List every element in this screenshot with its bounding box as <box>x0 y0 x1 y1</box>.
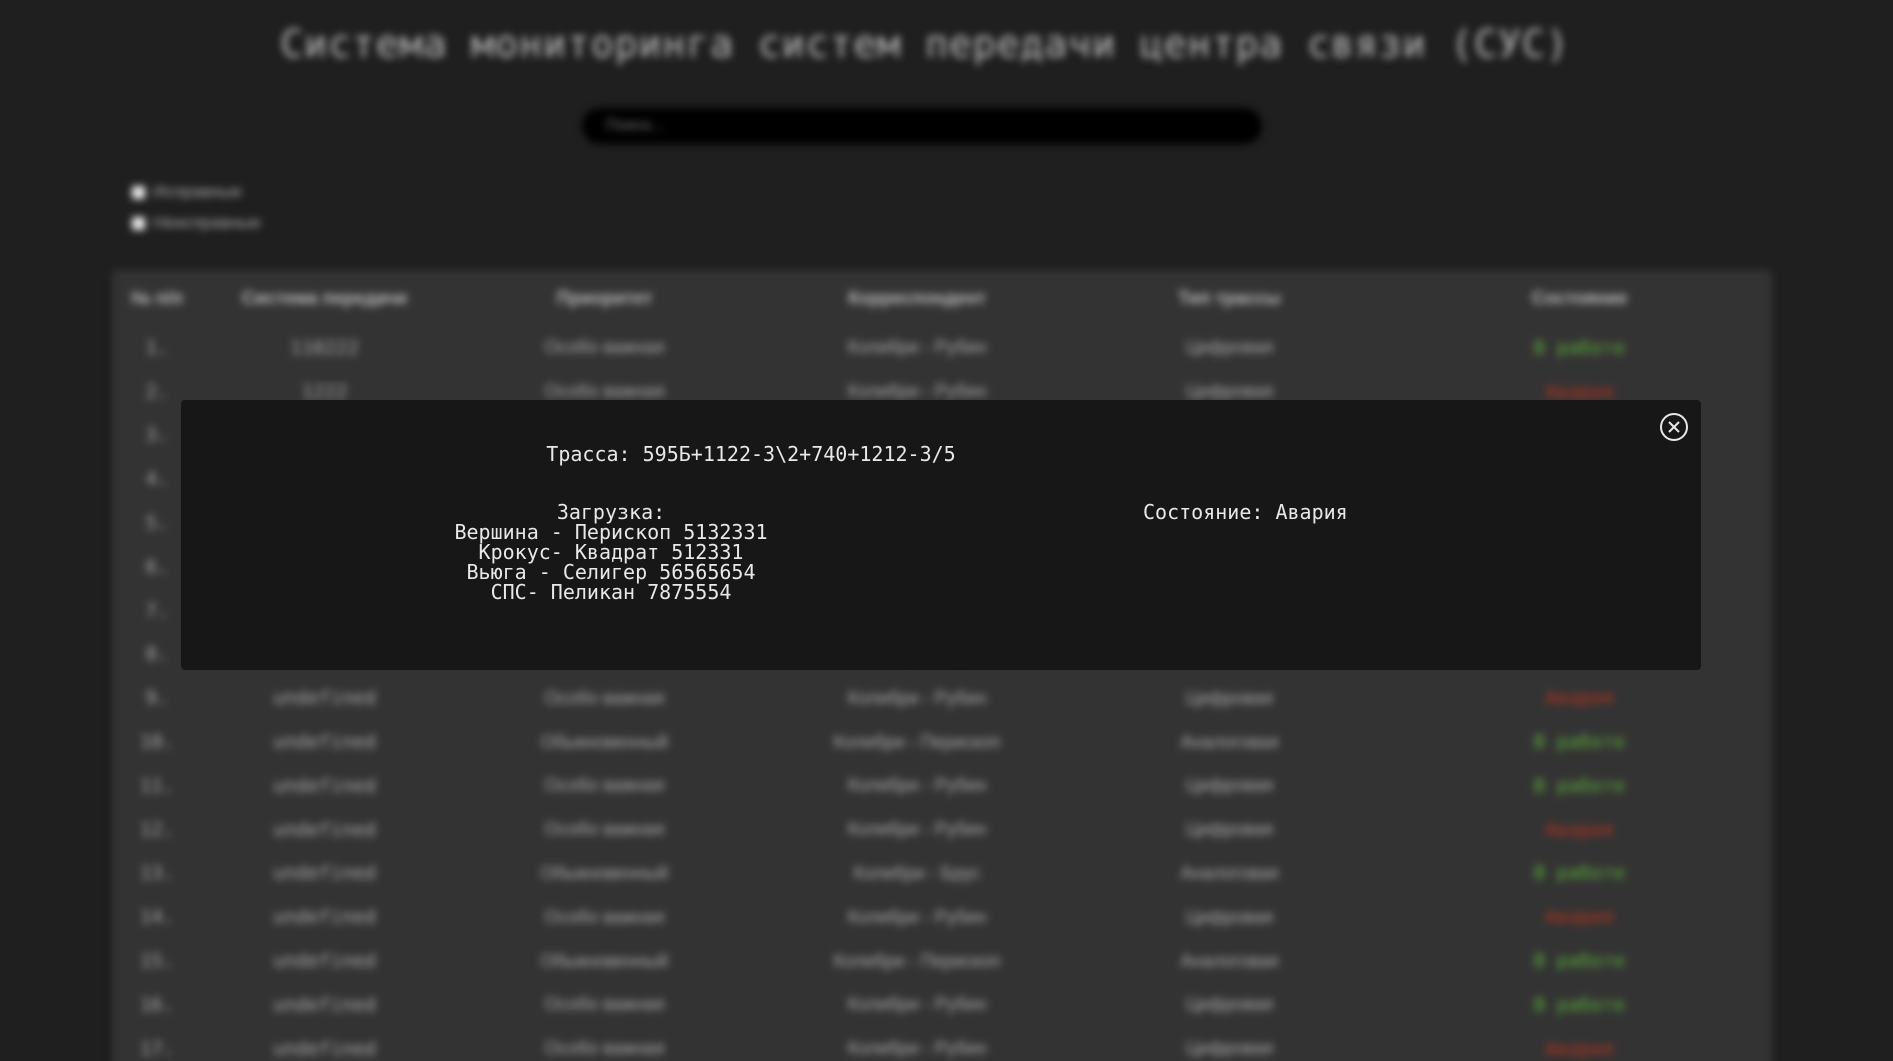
state-label: Состояние: Авария <box>1143 500 1348 524</box>
row-correspondent: Колибри - Рубин <box>847 337 987 358</box>
row-number: 15. <box>139 950 175 973</box>
route-label: Трасса: 595Б+1122-3\2+740+1212-3/5 <box>546 442 956 466</box>
row-route-type: Цифровая <box>1185 906 1274 927</box>
page: Система мониторинга систем передачи цент… <box>0 0 1893 1061</box>
row-state: В работе <box>1533 862 1626 885</box>
load-item: Крокус- Квадрат 512331 <box>478 540 744 564</box>
header-correspondent: Корреспондент <box>848 287 986 308</box>
row-system: undefined <box>273 950 376 973</box>
load-item: Вьюга - Селигер 56565654 <box>466 560 756 584</box>
load-item: Вершина - Перископ 5132331 <box>454 520 768 544</box>
filter-faulty[interactable]: Неисправные <box>132 213 261 233</box>
row-system: undefined <box>273 862 376 885</box>
row-route-type: Аналоговая <box>1180 731 1279 752</box>
row-route-type: Цифровая <box>1185 994 1274 1015</box>
row-route-type: Цифровая <box>1185 337 1274 358</box>
load-label: Загрузка: <box>556 500 666 524</box>
row-priority: Обыкновенный <box>540 950 669 971</box>
row-route-type: Цифровая <box>1185 819 1274 840</box>
row-state: В работе <box>1533 950 1626 973</box>
table-row[interactable]: 16. undefined Особо важная Колибри - Рубин Ц… <box>112 983 1772 1027</box>
row-priority: Особо важная <box>544 337 665 358</box>
row-system: undefined <box>273 687 376 710</box>
row-system: undefined <box>273 993 376 1016</box>
row-state: Авария <box>1545 687 1614 710</box>
row-state: Авария <box>1545 906 1614 929</box>
checkbox-faulty[interactable] <box>132 216 145 230</box>
row-state: В работе <box>1533 336 1626 359</box>
row-system: undefined <box>273 1037 376 1060</box>
row-number: 10. <box>139 731 175 754</box>
header-system: Система передачи <box>241 287 408 308</box>
row-number: 9. <box>145 687 169 710</box>
table-row[interactable]: 9. undefined Особо важная Колибри - Рубин Ци… <box>112 676 1772 720</box>
row-number: 1. <box>145 336 169 359</box>
row-system: undefined <box>273 818 376 841</box>
load-item: СПС- Пеликан 7875554 <box>490 580 732 604</box>
row-system: undefined <box>273 906 376 929</box>
row-correspondent: Колибри - Перископ <box>833 731 1001 752</box>
row-priority: Особо важная <box>544 994 665 1015</box>
checkbox-working[interactable] <box>132 185 145 199</box>
row-correspondent: Колибри - Брус <box>853 862 981 883</box>
table-row[interactable]: 1. 110222 Особо важная Колибри - Рубин Цифро… <box>112 326 1772 370</box>
row-route-type: Цифровая <box>1185 1038 1274 1059</box>
row-route-type: Цифровая <box>1185 687 1274 708</box>
search-input[interactable] <box>582 108 1262 144</box>
row-state: Авария <box>1545 818 1614 841</box>
header-num: № п/п <box>131 287 183 308</box>
row-correspondent: Колибри - Рубин <box>847 1038 987 1059</box>
row-number: 12. <box>139 818 175 841</box>
row-priority: Особо важная <box>544 819 665 840</box>
row-route-type: Аналоговая <box>1180 950 1279 971</box>
row-system: undefined <box>273 731 376 754</box>
row-route-type: Цифровая <box>1185 775 1274 796</box>
row-correspondent: Колибри - Рубин <box>847 819 987 840</box>
row-correspondent: Колибри - Перископ <box>833 950 1001 971</box>
row-priority: Обыкновенный <box>540 731 669 752</box>
table-row[interactable]: 14. undefined Особо важная Колибри - Рубин Ц… <box>112 895 1772 939</box>
table-header-row: № п/п Система передачи Приоритет Корресп… <box>112 270 1772 326</box>
table-row[interactable]: 10. undefined Обыкновенный Колибри - Периск… <box>112 720 1772 764</box>
filter-working-label: Исправные <box>153 182 242 201</box>
row-priority: Особо важная <box>544 775 665 796</box>
page-title: Система мониторинга систем передачи цент… <box>280 22 1570 66</box>
header-state: Состояние <box>1531 287 1628 308</box>
row-state: Авария <box>1545 1037 1614 1060</box>
table-row[interactable]: 17. undefined Особо важная Колибри - Рубин Ц… <box>112 1027 1772 1061</box>
row-correspondent: Колибри - Рубин <box>847 994 987 1015</box>
row-number: 17. <box>139 1037 175 1060</box>
row-number: 16. <box>139 993 175 1016</box>
load-block: Загрузка: Вершина - Перископ 5132331 Кро… <box>441 502 781 602</box>
row-priority: Особо важная <box>544 1038 665 1059</box>
table-row[interactable]: 15. undefined Обыкновенный Колибри - Периск… <box>112 939 1772 983</box>
row-number: 13. <box>139 862 175 885</box>
filter-working[interactable]: Исправные <box>132 182 242 202</box>
table-row[interactable]: 13. undefined Обыкновенный Колибри - Брус Ан… <box>112 852 1772 896</box>
row-state: В работе <box>1533 731 1626 754</box>
row-state: В работе <box>1533 993 1626 1016</box>
row-priority: Обыкновенный <box>540 862 669 883</box>
row-number: 14. <box>139 906 175 929</box>
route-details-modal: Трасса: 595Б+1122-3\2+740+1212-3/5 Загру… <box>181 400 1701 670</box>
table-row[interactable]: 11. undefined Особо важная Колибри - Рубин Ц… <box>112 764 1772 808</box>
row-number: 11. <box>139 774 175 797</box>
row-correspondent: Колибри - Рубин <box>847 906 987 927</box>
row-priority: Особо важная <box>544 687 665 708</box>
close-icon[interactable] <box>1659 412 1689 442</box>
row-state: В работе <box>1533 774 1626 797</box>
row-route-type: Аналоговая <box>1180 862 1279 883</box>
row-correspondent: Колибри - Рубин <box>847 775 987 796</box>
row-system: 110222 <box>290 336 359 359</box>
header-priority: Приоритет <box>556 287 653 308</box>
row-correspondent: Колибри - Рубин <box>847 687 987 708</box>
table-row[interactable]: 12. undefined Особо важная Колибри - Рубин Ц… <box>112 808 1772 852</box>
row-system: undefined <box>273 774 376 797</box>
filter-faulty-label: Неисправные <box>153 213 261 232</box>
header-route-type: Тип трассы <box>1178 287 1281 308</box>
row-priority: Особо важная <box>544 906 665 927</box>
